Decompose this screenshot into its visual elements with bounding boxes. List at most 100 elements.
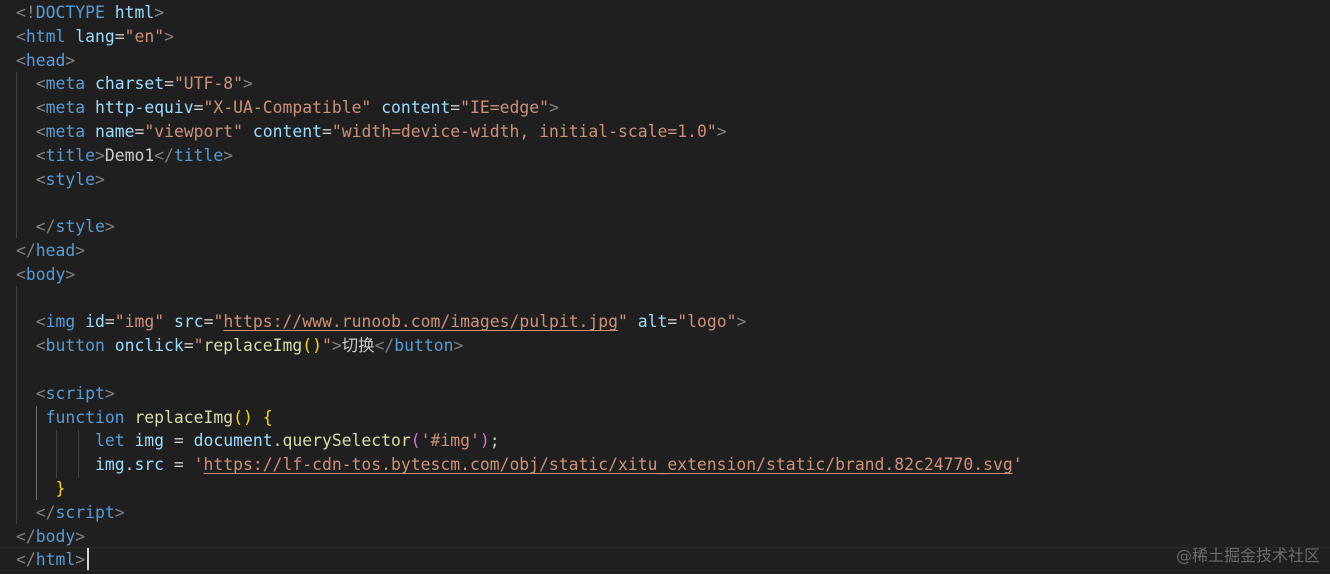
code-token: = — [134, 122, 145, 141]
code-token: < — [35, 74, 46, 94]
code-token: html — [25, 26, 66, 46]
code-line[interactable]: <script> — [16, 382, 115, 406]
code-token: "img" — [114, 312, 165, 332]
code-token: () — [233, 407, 253, 427]
code-token: > — [75, 241, 86, 260]
code-token: ( — [410, 431, 421, 451]
code-line[interactable]: <html lang="en"> — [16, 25, 174, 49]
code-token: </ — [35, 217, 56, 237]
code-line[interactable]: <meta charset="UTF-8"> — [16, 72, 253, 96]
code-token: document — [193, 431, 273, 451]
code-token: > — [154, 3, 165, 22]
code-token: > — [548, 98, 559, 118]
code-token: > — [114, 502, 125, 522]
code-token: body — [25, 264, 66, 284]
code-line[interactable]: <body> — [16, 263, 75, 287]
code-token: () — [302, 336, 322, 356]
code-token: < — [35, 169, 46, 189]
code-line[interactable]: <style> — [16, 168, 105, 192]
code-line[interactable]: </html> — [16, 548, 85, 572]
code-token: . — [124, 455, 135, 475]
code-line[interactable]: </script> — [16, 501, 125, 525]
code-token: > — [75, 526, 86, 546]
code-token: </ — [35, 502, 56, 522]
code-token: < — [16, 264, 26, 284]
code-token: = — [193, 98, 204, 118]
code-token: html — [35, 550, 76, 570]
code-token: charset — [94, 74, 165, 94]
code-token: let — [94, 431, 125, 451]
code-token: > — [736, 312, 747, 332]
code-token: DOCTYPE — [35, 3, 105, 22]
code-token: </ — [16, 241, 36, 260]
code-line[interactable]: <meta http-equiv="X-UA-Compatible" conte… — [16, 96, 559, 120]
code-line[interactable]: function replaceImg() { — [16, 406, 273, 430]
code-line[interactable]: } — [16, 477, 65, 501]
code-token: > — [104, 217, 115, 237]
code-token: replaceImg — [134, 407, 234, 427]
code-token: 切换 — [341, 336, 375, 356]
code-line[interactable]: let img = document.querySelector('#img')… — [16, 429, 500, 453]
code-token: img — [94, 455, 125, 475]
code-token: Demo1 — [104, 145, 155, 165]
code-token: img — [134, 431, 165, 451]
code-line[interactable]: <meta name="viewport" content="width=dev… — [16, 120, 727, 144]
code-line[interactable]: </head> — [16, 239, 85, 263]
code-token: > — [331, 336, 342, 356]
code-token: img — [45, 312, 76, 332]
code-token: "UTF-8" — [173, 74, 244, 94]
code-token: "width=device-width, initial-scale=1.0" — [331, 122, 717, 141]
code-token: title — [45, 145, 95, 165]
code-token: script — [55, 502, 115, 522]
code-token: < — [35, 98, 46, 118]
code-token: meta — [45, 122, 86, 141]
code-token: ) — [479, 431, 490, 451]
code-editor[interactable]: <!DOCTYPE html> <html lang="en"> <head> <m… — [0, 0, 1330, 574]
code-token: " — [618, 312, 628, 332]
code-token: meta — [45, 74, 86, 94]
code-line[interactable]: img.src = 'https://lf-cdn-tos.bytescm.co… — [16, 453, 1023, 477]
code-token: body — [35, 526, 76, 546]
code-line[interactable]: </body> — [16, 525, 85, 549]
code-token: src — [134, 455, 165, 475]
code-token: src — [173, 312, 204, 332]
code-token: > — [94, 145, 105, 165]
code-token: > — [94, 169, 105, 189]
code-token: meta — [45, 98, 86, 118]
code-token: < — [35, 383, 46, 403]
text-cursor — [87, 548, 89, 570]
code-token: "IE=edge" — [460, 98, 549, 118]
code-token: > — [453, 336, 464, 356]
code-line[interactable]: <button onclick="replaceImg()">切换</butto… — [16, 334, 464, 358]
code-token: style — [45, 169, 95, 189]
code-token: > — [65, 50, 76, 70]
code-line[interactable]: <img id="img" src="https://www.runoob.co… — [16, 310, 747, 334]
code-token: </ — [16, 550, 36, 570]
code-line[interactable]: <title>Demo1</title> — [16, 144, 233, 168]
code-token: > — [243, 74, 253, 94]
code-token: html — [114, 3, 155, 22]
code-token: </ — [374, 336, 395, 356]
code-token: = — [164, 74, 174, 94]
code-token: } — [55, 479, 66, 498]
code-token: https://www.runoob.com/images/pulpit.jpg — [223, 312, 619, 332]
code-line[interactable]: <!DOCTYPE html> — [16, 1, 164, 25]
code-line[interactable]: </style> — [16, 215, 115, 239]
code-token: < — [35, 336, 46, 356]
code-token: head — [35, 241, 76, 260]
code-token: = — [183, 336, 194, 356]
code-token: button — [45, 336, 105, 356]
code-token: < — [35, 312, 46, 332]
code-line[interactable]: <head> — [16, 49, 75, 73]
